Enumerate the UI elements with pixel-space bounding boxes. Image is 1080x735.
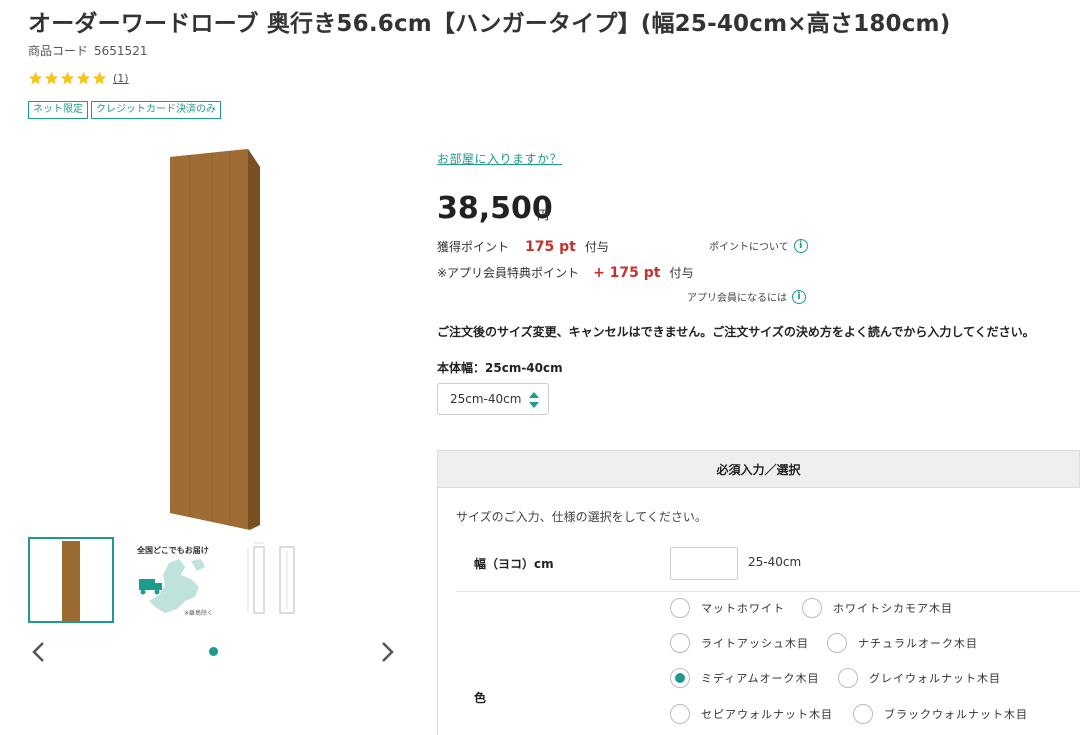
color-option-label: ホワイトシカモア木目 (833, 602, 953, 615)
thumbnail-wardrobe[interactable] (28, 537, 114, 623)
thumbnail-list: 全国どこでもお届け ※離島除く (28, 537, 320, 623)
product-tags: ネット限定 クレジットカード決済のみ (28, 101, 221, 119)
radio-button[interactable] (827, 633, 847, 653)
width-field-range: 25-40cm (748, 555, 802, 569)
options-description: サイズのご入力、仕様の選択をしてください。 (456, 510, 707, 524)
order-notice: ご注文後のサイズ変更、キャンセルはできません。ご注文サイズの決め方をよく読んでか… (437, 325, 1035, 339)
star-icon (92, 71, 107, 85)
app-member-info-link[interactable]: アプリ会員になるには i (687, 289, 806, 304)
color-option-light-ash[interactable]: ライトアッシュ木目 (670, 633, 809, 653)
width-range-label: 本体幅：25cm-40cm (437, 361, 563, 375)
sort-arrows-icon (529, 392, 539, 408)
radio-button[interactable] (853, 704, 873, 724)
options-panel-header: 必須入力／選択 (437, 450, 1080, 488)
radio-button-selected[interactable] (670, 668, 690, 688)
points-label: 獲得ポイント (437, 240, 510, 254)
radio-button[interactable] (670, 633, 690, 653)
chevron-right-icon (382, 642, 394, 662)
color-option-matt-white[interactable]: マットホワイト (670, 598, 785, 618)
gallery-next-button[interactable] (380, 640, 396, 671)
color-option-label: マットホワイト (701, 602, 785, 615)
color-option-label: ミディアムオーク木目 (701, 672, 820, 685)
gallery-prev-button[interactable] (30, 640, 46, 671)
dimension-drawing-icon (247, 542, 295, 614)
chevron-left-icon (32, 642, 44, 662)
price-unit: 円 (537, 208, 550, 222)
color-option-medium-oak[interactable]: ミディアムオーク木目 (670, 668, 819, 688)
price-value: 38,500 (437, 191, 553, 226)
color-option-label: ナチュラルオーク木目 (858, 637, 978, 650)
rating: (1) (28, 71, 129, 86)
color-option-natural-oak[interactable]: ナチュラルオーク木目 (827, 633, 978, 653)
color-option-white-sycamore[interactable]: ホワイトシカモア木目 (802, 598, 953, 618)
points-value: 175 pt (525, 239, 576, 255)
color-option-label: グレイウォルナット木目 (869, 672, 1001, 685)
points-info-link[interactable]: ポイントについて i (709, 238, 808, 253)
delivery-thumb-note: ※離島除く (183, 610, 213, 617)
wardrobe-thumb-image (62, 541, 80, 621)
app-points-value: + 175 pt (593, 265, 661, 281)
gallery-page-dot[interactable] (209, 647, 218, 656)
radio-button[interactable] (838, 668, 858, 688)
product-main-image[interactable] (160, 145, 270, 530)
tag-net-only: ネット限定 (28, 101, 88, 119)
app-points-suffix: 付与 (669, 266, 694, 280)
info-icon: i (793, 238, 808, 253)
color-option-label: ライトアッシュ木目 (701, 637, 809, 650)
color-option-grey-walnut[interactable]: グレイウォルナット木目 (838, 668, 1001, 688)
points-row: 獲得ポイント 175 pt 付与 (437, 238, 609, 255)
color-option-label: セピアウォルナット木目 (701, 708, 833, 721)
product-code-label: 商品コード (28, 44, 89, 58)
width-select-value: 25cm-40cm (450, 392, 522, 406)
radio-button[interactable] (670, 598, 690, 618)
points-info-label: ポイントについて (709, 242, 789, 253)
color-option-sepia-walnut[interactable]: セピアウォルナット木目 (670, 704, 833, 724)
color-option-black-walnut[interactable]: ブラックウォルナット木目 (853, 704, 1028, 724)
app-member-info-label: アプリ会員になるには (687, 293, 787, 304)
delivery-thumb-title: 全国どこでもお届け (137, 546, 209, 555)
japan-map-icon (139, 559, 205, 613)
product-code-value: 5651521 (94, 44, 148, 58)
star-icon (60, 71, 75, 85)
app-points-row: ※アプリ会員特典ポイント + 175 pt 付与 (437, 264, 694, 281)
room-fit-link[interactable]: お部屋に入りますか？ (437, 150, 562, 167)
color-option-label: ブラックウォルナット木目 (884, 708, 1028, 721)
product-code: 商品コード 5651521 (28, 42, 147, 59)
product-title: オーダーワードローブ 奥行き56.6cm【ハンガータイプ】(幅25-40cm×高… (28, 11, 951, 37)
width-field-label: 幅（ヨコ）cm (474, 557, 554, 571)
app-points-label: ※アプリ会員特典ポイント (437, 266, 580, 280)
width-input[interactable] (670, 547, 738, 580)
thumbnail-delivery[interactable]: 全国どこでもお届け ※離島除く (131, 537, 217, 623)
radio-button[interactable] (802, 598, 822, 618)
color-label: 色 (474, 691, 487, 705)
width-select[interactable]: 25cm-40cm (437, 383, 549, 415)
thumbnail-dimensions[interactable] (234, 537, 320, 623)
radio-button[interactable] (670, 704, 690, 724)
star-icon (76, 71, 91, 85)
review-count-link[interactable]: (1) (113, 72, 129, 85)
star-icon (28, 71, 43, 85)
points-suffix: 付与 (584, 240, 609, 254)
divider (456, 591, 1080, 592)
info-icon: i (792, 289, 806, 304)
tag-credit-only: クレジットカード決済のみ (91, 101, 221, 119)
star-icon (44, 71, 59, 85)
